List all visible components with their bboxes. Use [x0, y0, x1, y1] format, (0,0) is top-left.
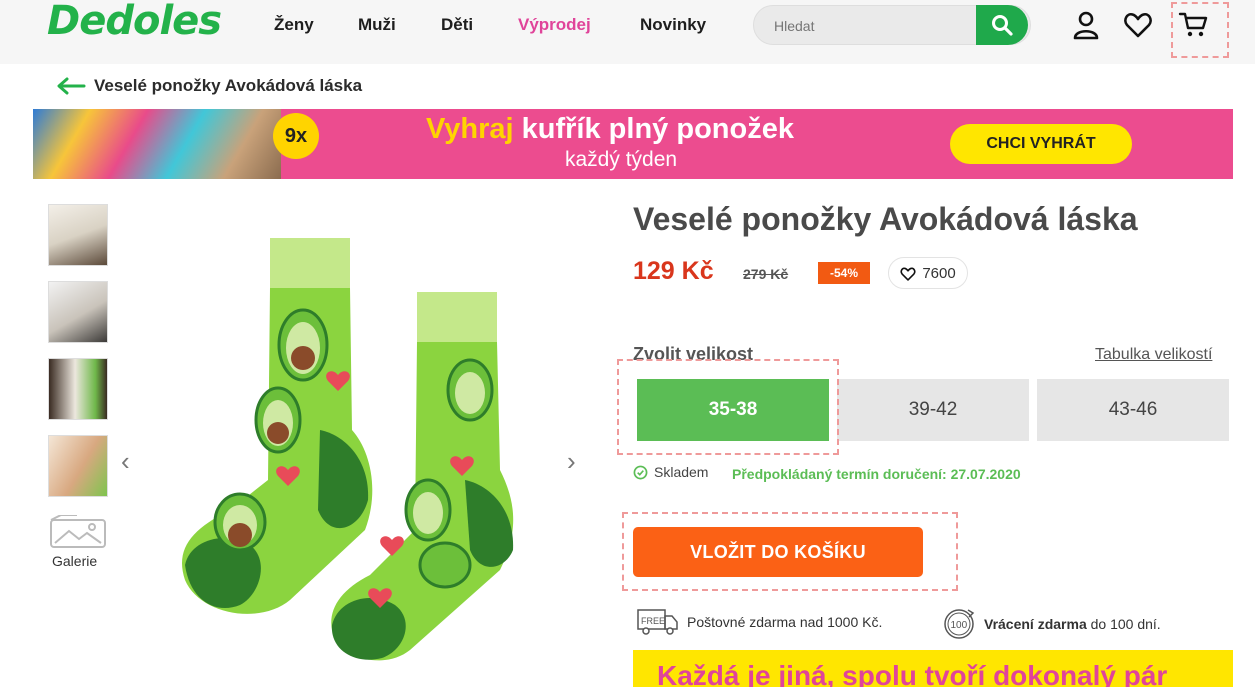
free-returns-rest: do 100 dní. [1086, 616, 1161, 632]
prev-image-arrow-icon[interactable]: ‹ [121, 446, 130, 477]
size-table-link[interactable]: Tabulka velikostí [1095, 346, 1212, 364]
free-shipping-text: Poštovné zdarma nad 1000 Kč. [687, 614, 883, 630]
banner-subline: každý týden [565, 148, 678, 171]
size-option-43-46[interactable]: 43-46 [1037, 379, 1229, 441]
nav-item-deti[interactable]: Děti [441, 15, 473, 35]
size-selection-highlight [617, 359, 839, 455]
breadcrumb-title: Veselé ponožky Avokádová láska [94, 76, 363, 95]
thumbnail-2[interactable] [48, 281, 108, 343]
promo-strip: Každá je jiná, spolu tvoří dokonalý pár [633, 650, 1233, 687]
thumbnail-1[interactable] [48, 204, 108, 266]
free-shipping-info: FREE Poštovné zdarma nad 1000 Kč. [637, 607, 882, 637]
nav-item-zeny[interactable]: Ženy [274, 15, 314, 35]
site-header: Dedoles Ženy Muži Děti Výprodej Novinky [0, 0, 1255, 64]
add-to-cart-highlight [622, 512, 958, 591]
back-arrow-icon [57, 77, 86, 95]
banner-count-badge: 9x [273, 113, 319, 159]
search-icon [992, 15, 1013, 36]
left-sock [182, 238, 373, 614]
free-returns-text: Vrácení zdarma do 100 dní. [984, 616, 1161, 632]
next-image-arrow-icon[interactable]: › [567, 446, 576, 477]
free-returns-info: 100 Vrácení zdarma do 100 dní. [942, 607, 1161, 641]
free-shipping-truck-icon: FREE [637, 609, 678, 635]
discount-badge: -54% [818, 262, 870, 284]
product-image [182, 238, 514, 661]
banner-cta-button[interactable]: CHCI VYHRÁT [950, 124, 1132, 164]
product-page: Dedoles Ženy Muži Děti Výprodej Novinky [0, 0, 1255, 687]
like-count: 7600 [922, 264, 956, 282]
nav-item-vyprodej[interactable]: Výprodej [518, 15, 591, 35]
stock-status: Skladem [633, 464, 708, 480]
banner-headline: Vyhraj kufřík plný ponožek [426, 113, 794, 146]
thumbnail-3[interactable] [48, 358, 108, 420]
account-icon[interactable] [1071, 10, 1101, 40]
delivery-estimate: Předpokládaný termín doručení: 27.07.202… [732, 466, 1021, 482]
wishlist-heart-icon[interactable] [1123, 10, 1153, 40]
heart-icon [900, 267, 916, 281]
breadcrumb[interactable]: Veselé ponožky Avokádová láska [56, 76, 362, 96]
stock-label: Skladem [654, 464, 709, 480]
gallery-label[interactable]: Galerie [52, 553, 97, 569]
nav-item-novinky[interactable]: Novinky [640, 15, 706, 35]
banner-headline-rest: kufřík plný ponožek [513, 113, 794, 145]
banner-headline-highlight: Vyhraj [426, 113, 514, 145]
banner-suitcase-image [33, 109, 281, 179]
nav-item-muzi[interactable]: Muži [358, 15, 396, 35]
current-price: 129 Kč [633, 257, 714, 285]
gallery-icon[interactable] [49, 515, 107, 549]
cart-highlight [1171, 2, 1229, 58]
size-option-39-42[interactable]: 39-42 [837, 379, 1029, 441]
like-button[interactable]: 7600 [888, 257, 968, 289]
thumbnail-4[interactable] [48, 435, 108, 497]
promo-strip-text: Každá je jiná, spolu tvoří dokonalý pár [657, 660, 1168, 687]
search-button[interactable] [976, 5, 1028, 45]
free-returns-bold: Vrácení zdarma [984, 616, 1087, 632]
search-input[interactable] [774, 18, 974, 34]
returns-badge-text: 100 [951, 620, 968, 631]
promo-banner[interactable]: 9x Vyhraj kufřík plný ponožek každý týde… [33, 109, 1233, 179]
logo[interactable]: Dedoles [47, 0, 222, 44]
free-badge-text: FREE [641, 616, 665, 626]
old-price: 279 Kč [743, 266, 789, 282]
returns-100-days-icon: 100 [944, 609, 975, 639]
check-circle-icon [633, 465, 648, 479]
product-title: Veselé ponožky Avokádová láska [633, 201, 1138, 237]
